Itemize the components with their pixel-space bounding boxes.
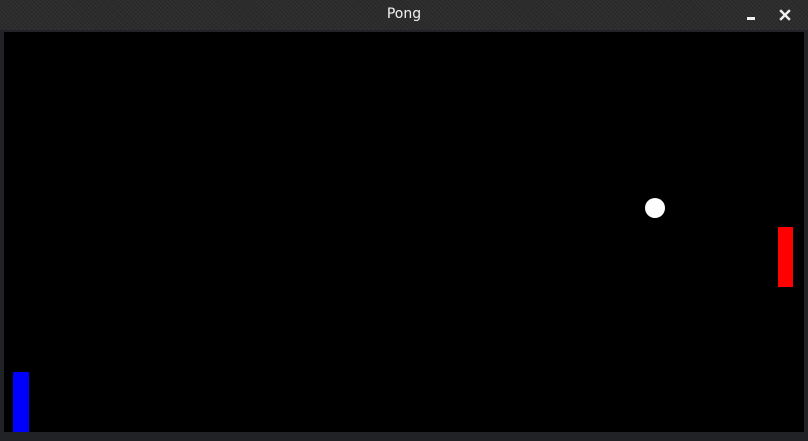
minimize-icon [747, 17, 755, 20]
ball [645, 198, 665, 218]
left-paddle [13, 372, 29, 432]
game-canvas[interactable] [4, 32, 804, 432]
close-button[interactable] [774, 4, 796, 26]
right-paddle [778, 227, 793, 287]
minimize-button[interactable] [740, 4, 762, 26]
close-icon [779, 9, 791, 21]
title-bar[interactable]: Pong [0, 0, 808, 31]
game-area-frame [0, 30, 808, 441]
app-window: Pong [0, 0, 808, 441]
window-title: Pong [386, 6, 422, 22]
